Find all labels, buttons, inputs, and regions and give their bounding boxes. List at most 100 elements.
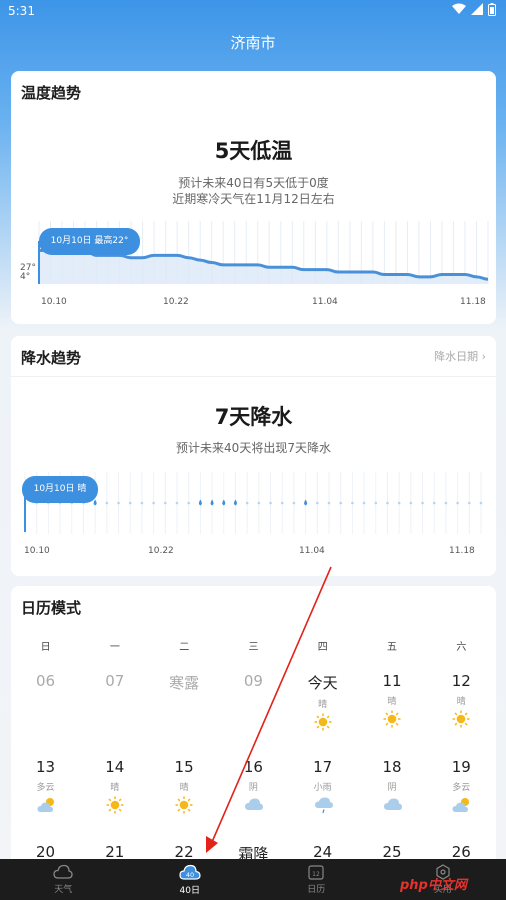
calendar-day-cell[interactable]: 09 xyxy=(219,672,288,690)
dry-day-marker xyxy=(105,501,109,505)
weekday-label: 四 xyxy=(317,642,328,653)
calendar-day-weather: 晴 xyxy=(387,697,397,707)
x-tick-4: 11.18 xyxy=(460,297,486,307)
calendar-day-cell[interactable]: 16 阴 xyxy=(219,758,288,814)
cloud-icon xyxy=(53,864,73,879)
rain-icon xyxy=(314,797,333,814)
sun-icon xyxy=(106,796,124,814)
watermark: php中文网 xyxy=(400,878,467,893)
calendar-day-cell[interactable]: 07 xyxy=(80,672,149,690)
rain-drop-marker xyxy=(233,499,237,506)
calendar-day-number: 寒露 xyxy=(169,674,200,692)
x-tick-3: 11.04 xyxy=(312,297,338,307)
calendar-day-cell[interactable]: 寒露 xyxy=(150,672,219,693)
dry-day-marker xyxy=(175,501,179,505)
cloud-icon xyxy=(245,798,264,810)
rain-drop-marker xyxy=(93,499,97,506)
calendar-day-weather: 多云 xyxy=(36,783,55,793)
dry-day-marker xyxy=(374,501,378,505)
precipitation-card: 降水趋势 降水日期 › 7天降水 预计未来40天将出现7天降水 10月10日 晴… xyxy=(11,336,496,576)
calendar-day-cell[interactable]: 19 多云 xyxy=(427,758,496,814)
calendar-day-cell[interactable]: 13 多云 xyxy=(11,758,80,814)
dry-day-marker xyxy=(362,501,366,505)
calendar-day-cell[interactable]: 今天晴 xyxy=(288,672,357,731)
calendar-day-weather: 多云 xyxy=(452,783,471,793)
calendar-day-number: 14 xyxy=(105,758,125,776)
dry-day-marker xyxy=(164,501,167,505)
calendar-day-number: 11 xyxy=(382,672,402,690)
calendar-day-number: 17 xyxy=(313,758,333,776)
dry-day-marker xyxy=(128,501,132,505)
status-time: 5:31 xyxy=(8,4,35,18)
dry-day-marker xyxy=(187,501,190,505)
weather-icon xyxy=(383,796,402,814)
cloud-icon xyxy=(384,798,402,810)
weather-icon xyxy=(37,796,55,814)
nav-calendar[interactable]: 12 日历 xyxy=(253,859,380,900)
x-tick-4: 11.18 xyxy=(449,546,475,556)
dry-day-marker xyxy=(152,501,155,505)
calendar-day-number: 18 xyxy=(382,758,402,776)
weekday-label: 二 xyxy=(179,642,190,653)
weekday-row: 日 一 二 三 四 五 六 xyxy=(11,638,496,653)
sun-icon xyxy=(314,713,332,731)
temperature-chart[interactable] xyxy=(11,71,496,324)
calendar-day-number: 13 xyxy=(35,758,56,776)
dry-day-marker xyxy=(432,501,436,505)
dry-day-marker xyxy=(339,501,342,505)
temperature-bubble: 10月10日 最高22° xyxy=(39,228,140,255)
sun-icon xyxy=(452,710,470,728)
signal-icon xyxy=(471,3,483,15)
x-tick-3: 11.04 xyxy=(299,546,325,556)
weekday-label: 三 xyxy=(248,642,259,653)
dry-day-marker xyxy=(386,501,389,505)
calendar-day-cell[interactable]: 18 阴 xyxy=(358,758,427,814)
dry-day-marker xyxy=(409,501,413,505)
calendar-day-number: 19 xyxy=(451,758,471,776)
nav-weather-label: 天气 xyxy=(54,885,73,895)
calendar-card: 日历模式 日 一 二 三 四 五 六 06 07 寒露 09 今天晴 11 晴 12 晴 13 多云… xyxy=(11,586,496,886)
weather-icon xyxy=(106,796,124,814)
x-tick-1: 10.10 xyxy=(41,297,67,307)
dry-day-marker xyxy=(421,501,424,505)
nav-40-days-label: 40日 xyxy=(179,885,200,896)
weather-icon xyxy=(452,796,470,814)
weekday-label: 一 xyxy=(109,642,120,653)
weather-icon xyxy=(452,710,470,728)
nav-calendar-label: 日历 xyxy=(307,885,326,895)
precipitation-bubble: 10月10日 晴 xyxy=(22,476,98,503)
temperature-card: 温度趋势 5天低温 预计未来40日有5天低于0度 近期寒冷天气在11月12日左右… xyxy=(11,71,496,324)
weather-icon xyxy=(314,713,332,731)
status-bar: 5:31 xyxy=(0,0,506,22)
calendar-day-cell[interactable]: 12 晴 xyxy=(427,672,496,728)
wifi-icon xyxy=(452,3,466,14)
dry-day-marker xyxy=(117,501,120,505)
weather-icon xyxy=(244,796,264,814)
calendar-day-number: 12 xyxy=(451,672,471,690)
dry-day-marker xyxy=(479,501,483,505)
precipitation-chart[interactable] xyxy=(11,336,496,576)
dry-day-marker xyxy=(468,501,471,505)
nav-weather[interactable]: 天气 xyxy=(0,859,127,900)
calendar-day-number: 15 xyxy=(174,758,194,776)
status-icons xyxy=(452,3,496,16)
dry-day-marker xyxy=(292,501,296,505)
calendar-day-cell[interactable]: 15 晴 xyxy=(150,758,219,814)
nav-40-days[interactable]: 40 40日 xyxy=(127,859,254,900)
weather-icon xyxy=(175,796,193,814)
dry-day-marker xyxy=(327,501,331,505)
calendar-day-cell[interactable]: 17 小雨 xyxy=(288,758,357,814)
partly-cloudy-icon xyxy=(37,798,54,812)
rain-drop-marker xyxy=(198,499,202,506)
calendar-icon-text: 12 xyxy=(312,871,320,878)
calendar-day-cell[interactable]: 11 晴 xyxy=(358,672,427,728)
calendar-day-cell[interactable]: 14 晴 xyxy=(80,758,149,814)
calendar-day-number: 16 xyxy=(243,758,263,776)
calendar-day-cell[interactable]: 06 xyxy=(11,672,80,690)
calendar-day-number: 今天 xyxy=(307,674,338,692)
calendar-day-number: 09 xyxy=(243,672,263,690)
calendar-day-weather: 晴 xyxy=(179,783,189,793)
dry-day-marker xyxy=(397,501,401,505)
x-tick-2: 10.22 xyxy=(148,546,174,556)
weekday-label: 六 xyxy=(456,642,467,653)
